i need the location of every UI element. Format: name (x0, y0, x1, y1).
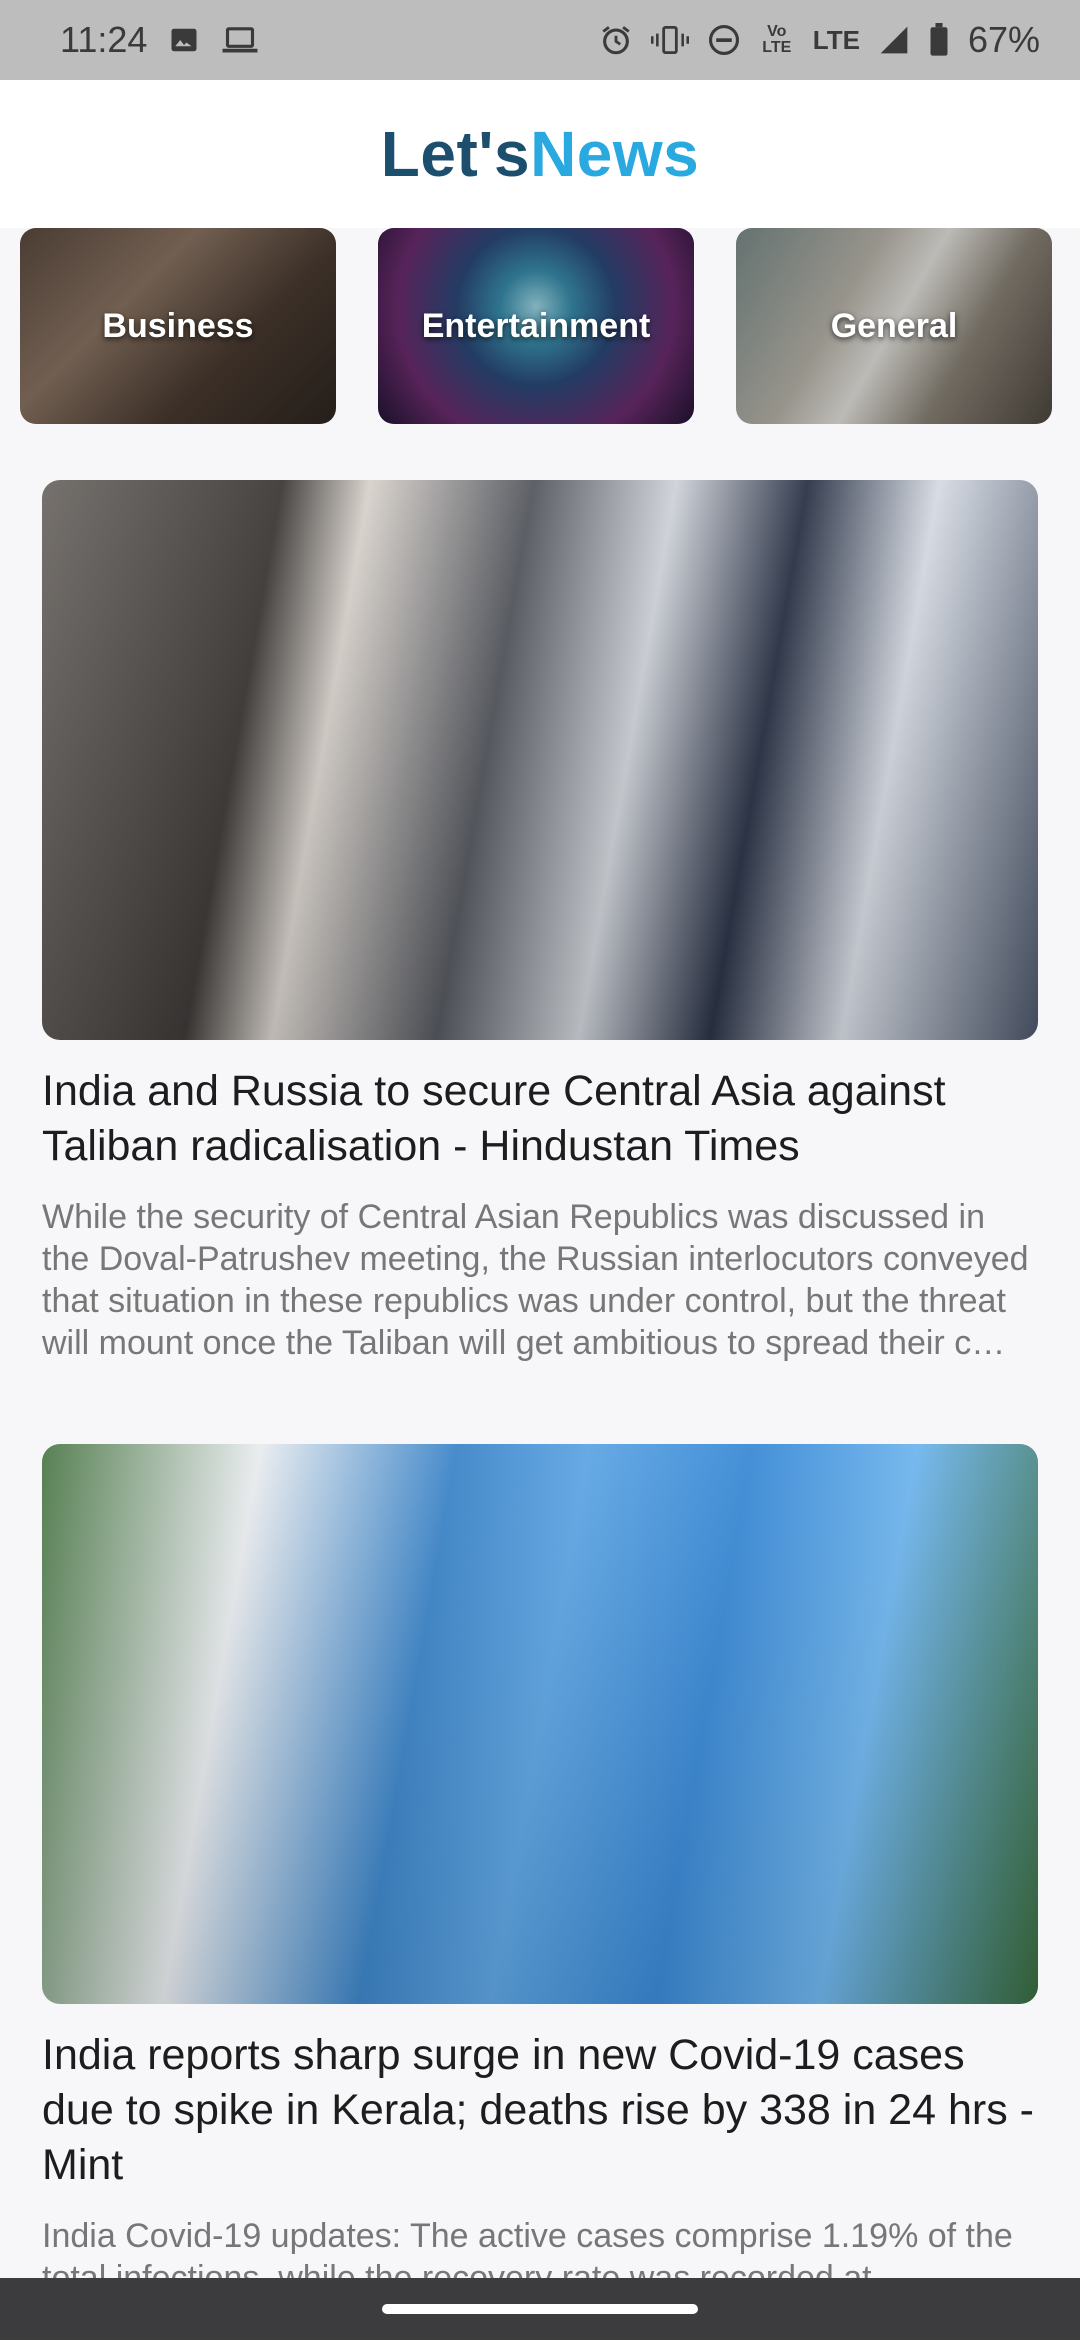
category-list: Business Entertainment General (0, 228, 1080, 424)
app-title-part1: Let's (380, 118, 531, 190)
article-image-shade (42, 1444, 1038, 2004)
dnd-icon (707, 23, 741, 57)
navigation-bar (0, 2278, 1080, 2340)
category-card-business[interactable]: Business (20, 228, 336, 424)
category-card-general[interactable]: General (736, 228, 1052, 424)
article-image[interactable] (42, 480, 1038, 1040)
status-left: 11:24 (60, 19, 259, 61)
article-image[interactable] (42, 1444, 1038, 2004)
laptop-icon (221, 25, 259, 55)
article-title[interactable]: India reports sharp surge in new Covid-1… (42, 2028, 1038, 2193)
battery-icon (928, 23, 950, 57)
status-time: 11:24 (60, 19, 148, 60)
article-description: While the security of Central Asian Repu… (42, 1198, 1029, 1362)
category-label: Entertainment (421, 306, 651, 345)
status-bar: 11:24 Vo LTE LTE 67% (0, 0, 1080, 80)
vibrate-icon (650, 24, 689, 56)
volte-icon: Vo LTE (762, 23, 792, 56)
category-card-entertainment[interactable]: Entertainment (378, 228, 694, 424)
home-gesture-handle[interactable] (382, 2304, 698, 2314)
category-label: Business (102, 306, 254, 345)
image-icon (169, 25, 199, 55)
battery-percent: 67% (967, 19, 1040, 60)
signal-icon (878, 24, 910, 56)
news-article-card[interactable]: India and Russia to secure Central Asia … (42, 480, 1038, 1364)
app-title: Let'sNews (381, 117, 700, 191)
app-title-part2: News (530, 118, 700, 190)
app-bar: Let'sNews (0, 80, 1080, 228)
article-image-shade (42, 480, 1038, 1040)
alarm-icon (599, 23, 633, 57)
category-label: General (830, 306, 958, 345)
status-right: Vo LTE LTE 67% (599, 19, 1040, 61)
lte-icon: LTE (812, 24, 860, 55)
article-title[interactable]: India and Russia to secure Central Asia … (42, 1064, 1038, 1174)
news-article-card[interactable]: India reports sharp surge in new Covid-1… (42, 1444, 1038, 2299)
